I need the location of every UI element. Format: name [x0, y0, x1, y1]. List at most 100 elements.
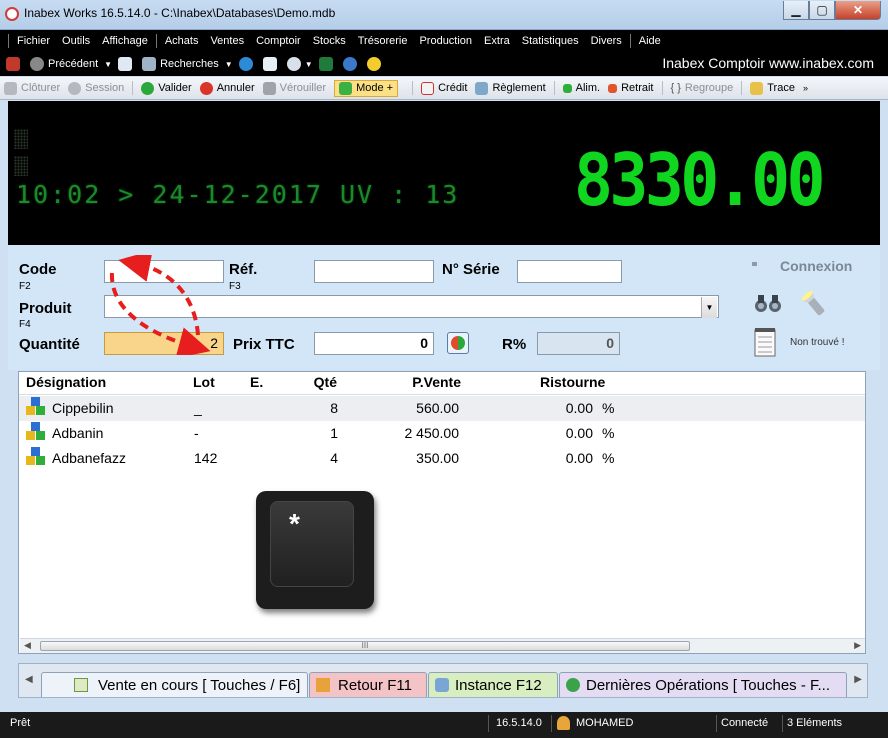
regroupe-button[interactable]: { } Regroupe: [671, 82, 734, 94]
scroll-right-icon[interactable]: ▶: [854, 640, 861, 651]
calendar-icon: [262, 57, 277, 71]
alim-label: Alim.: [575, 82, 601, 94]
remise-input[interactable]: 0: [537, 332, 620, 355]
tab-retour[interactable]: Retour F11: [309, 672, 427, 697]
menu-fichier[interactable]: Fichier: [11, 35, 56, 47]
chat-button[interactable]: ▼: [286, 57, 313, 71]
calendar-button[interactable]: [262, 57, 281, 71]
reglement-button[interactable]: Règlement: [475, 81, 546, 95]
tab-scroll-left-icon[interactable]: ◀: [25, 674, 33, 685]
table-row[interactable]: Cippebilin _ 8 560.00 0.00 %: [19, 396, 865, 421]
trace-button[interactable]: Trace: [750, 81, 795, 95]
tab-dernieres-operations[interactable]: Dernières Opérations [ Touches - F...: [559, 672, 847, 697]
annuler-button[interactable]: Annuler: [199, 81, 255, 95]
chevron-down-icon[interactable]: ▼: [305, 60, 313, 69]
excel-icon: [318, 57, 333, 71]
previous-button[interactable]: Précédent ▼: [30, 57, 112, 71]
prix-input[interactable]: 0: [314, 332, 434, 355]
chevron-down-icon[interactable]: ▼: [104, 60, 112, 69]
toolbar-overflow-button[interactable]: »: [803, 83, 808, 93]
green-square-icon: [562, 83, 572, 93]
price-refresh-button[interactable]: [447, 332, 469, 354]
table-row[interactable]: Adbanin - 1 2 450.00 0.00 %: [19, 421, 865, 446]
document-button[interactable]: [118, 57, 136, 71]
menu-statistiques[interactable]: Statistiques: [516, 35, 585, 47]
verouiller-label: Vérouiller: [279, 82, 327, 94]
key-symbol: *: [289, 508, 300, 539]
table-row[interactable]: Adbanefazz 142 4 350.00 0.00 %: [19, 446, 865, 471]
alim-button[interactable]: Alim.: [562, 82, 601, 94]
status-connection: Connecté: [721, 717, 769, 729]
cloturer-label: Clôturer: [21, 82, 61, 94]
title-bar: Inabex Works 16.5.14.0 - C:\Inabex\Datab…: [0, 0, 888, 30]
ref-shortcut: F3: [229, 281, 241, 292]
ref-input[interactable]: [314, 260, 434, 283]
lcd-indicator: [14, 156, 28, 176]
refresh-icon: [451, 336, 465, 350]
col-header-designation[interactable]: Désignation: [26, 374, 106, 390]
session-button[interactable]: Session: [68, 81, 124, 95]
horizontal-scrollbar[interactable]: ◀ III ▶: [20, 638, 865, 653]
search-button[interactable]: Recherches ▼: [142, 57, 233, 71]
maximize-button[interactable]: ▢: [809, 1, 835, 20]
serie-input[interactable]: [517, 260, 622, 283]
menu-divers[interactable]: Divers: [585, 35, 628, 47]
menu-aide[interactable]: Aide: [633, 35, 667, 47]
cell-designation: Adbanin: [52, 425, 104, 441]
smiley-button[interactable]: [366, 57, 385, 71]
cell-ristourne: 0.00: [565, 400, 593, 416]
menu-achats[interactable]: Achats: [159, 35, 205, 47]
credit-button[interactable]: Crédit: [421, 81, 467, 95]
verouiller-button[interactable]: Vérouiller: [262, 81, 327, 95]
braces-icon: { }: [670, 82, 681, 94]
cell-designation: Cippebilin: [52, 400, 114, 416]
cloturer-button[interactable]: Clôturer: [4, 81, 61, 95]
menu-tresorerie[interactable]: Trésorerie: [352, 35, 414, 47]
scroll-left-icon[interactable]: ◀: [24, 640, 31, 651]
col-header-lot[interactable]: Lot: [193, 374, 215, 390]
col-header-pvente[interactable]: P.Vente: [412, 374, 461, 390]
user-icon: [557, 716, 570, 730]
tab-label: Retour F11: [338, 676, 412, 694]
menu-production[interactable]: Production: [413, 35, 478, 47]
col-header-e[interactable]: E.: [250, 374, 263, 390]
return-icon: [316, 678, 330, 692]
close-button[interactable]: ✕: [835, 1, 881, 20]
home-button[interactable]: [6, 57, 24, 71]
retrait-button[interactable]: Retrait: [608, 82, 654, 94]
menu-stocks[interactable]: Stocks: [307, 35, 352, 47]
chevron-down-icon[interactable]: ▼: [701, 297, 717, 318]
scrollbar-thumb[interactable]: III: [40, 641, 690, 651]
menu-extra[interactable]: Extra: [478, 35, 516, 47]
status-bar: Prêt 16.5.14.0 MOHAMED Connecté 3 Elémen…: [0, 712, 888, 738]
cell-lot: 142: [194, 450, 218, 466]
mode-button[interactable]: Mode +: [334, 79, 399, 97]
status-separator: [716, 715, 717, 732]
menu-outils[interactable]: Outils: [56, 35, 96, 47]
tab-label: Vente en cours [ Touches / F6]: [98, 676, 301, 694]
chevron-down-icon[interactable]: ▼: [225, 60, 233, 69]
minimize-button[interactable]: ▁: [783, 1, 809, 20]
help-button[interactable]: [342, 57, 361, 71]
quantite-label: Quantité: [19, 336, 80, 353]
col-header-ristourne[interactable]: Ristourne: [540, 374, 605, 390]
toolbar-separator: [132, 81, 134, 95]
excel-button[interactable]: [318, 57, 337, 71]
tab-vente-en-cours[interactable]: Vente en cours [ Touches / F6]: [41, 672, 308, 697]
cell-percent: %: [602, 400, 615, 416]
regroupe-label: Regroupe: [684, 82, 734, 94]
col-header-qte[interactable]: Qté: [314, 374, 337, 390]
binoculars-icon[interactable]: [753, 292, 783, 314]
header-divider: [19, 394, 865, 395]
valider-button[interactable]: Valider: [141, 81, 192, 95]
app-icon[interactable]: [5, 7, 19, 21]
menu-affichage[interactable]: Affichage: [96, 35, 154, 47]
menu-ventes[interactable]: Ventes: [204, 35, 250, 47]
sync-button[interactable]: [238, 57, 257, 71]
tab-instance[interactable]: Instance F12: [428, 672, 558, 697]
tab-scroll-right-icon[interactable]: ▶: [854, 674, 862, 685]
notepad-icon: [753, 327, 777, 357]
connexion-button[interactable]: Connexion: [780, 258, 852, 274]
menu-comptoir[interactable]: Comptoir: [250, 35, 307, 47]
flashlight-icon[interactable]: [800, 290, 830, 320]
